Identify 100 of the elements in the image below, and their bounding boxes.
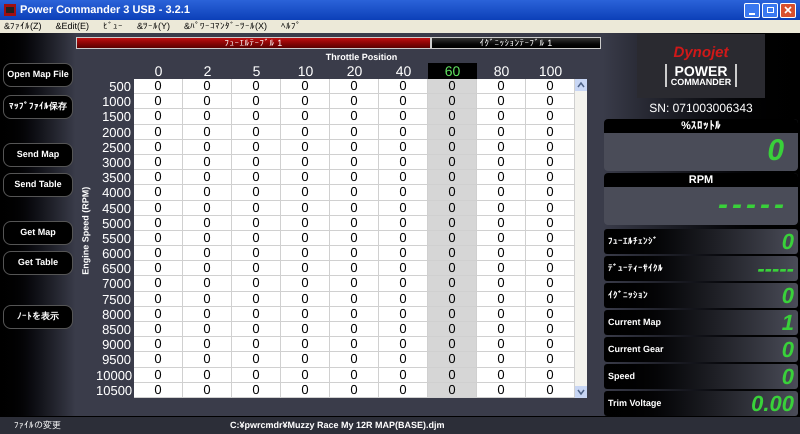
- sidebar-button[interactable]: Send Map: [3, 143, 73, 167]
- table-tab[interactable]: ﾌｭｰｴﾙﾃｰﾌﾞﾙ 1: [76, 37, 431, 49]
- table-cell[interactable]: 0: [281, 246, 330, 262]
- table-cell[interactable]: 0: [379, 322, 428, 338]
- table-cell[interactable]: 0: [428, 382, 477, 398]
- table-cell[interactable]: 0: [232, 306, 281, 322]
- table-cell[interactable]: 0: [477, 185, 526, 200]
- table-cell[interactable]: 0: [477, 94, 526, 110]
- table-cell[interactable]: 0: [379, 216, 428, 231]
- menu-item[interactable]: &ﾂｰﾙ(Y): [137, 22, 170, 31]
- table-cell[interactable]: 0: [526, 352, 575, 368]
- table-cell[interactable]: 0: [183, 79, 232, 94]
- table-cell[interactable]: 0: [134, 306, 183, 322]
- table-cell[interactable]: 0: [232, 246, 281, 262]
- table-cell[interactable]: 0: [134, 200, 183, 216]
- table-cell[interactable]: 0: [281, 170, 330, 186]
- table-cell[interactable]: 0: [526, 200, 575, 216]
- table-cell[interactable]: 0: [526, 292, 575, 307]
- table-cell[interactable]: 0: [330, 368, 379, 383]
- table-cell[interactable]: 0: [134, 79, 183, 94]
- table-cell[interactable]: 0: [183, 292, 232, 307]
- table-cell[interactable]: 0: [477, 261, 526, 276]
- table-cell[interactable]: 0: [183, 109, 232, 125]
- table-cell[interactable]: 0: [232, 79, 281, 94]
- table-cell[interactable]: 0: [183, 246, 232, 262]
- table-cell[interactable]: 0: [379, 109, 428, 125]
- table-cell[interactable]: 0: [330, 140, 379, 155]
- minimize-button[interactable]: [744, 2, 760, 18]
- table-cell[interactable]: 0: [281, 140, 330, 155]
- table-cell[interactable]: 0: [134, 337, 183, 352]
- table-cell[interactable]: 0: [183, 200, 232, 216]
- table-cell[interactable]: 0: [379, 94, 428, 110]
- table-cell[interactable]: 0: [477, 140, 526, 155]
- table-cell[interactable]: 0: [134, 368, 183, 383]
- table-cell[interactable]: 0: [379, 200, 428, 216]
- table-cell[interactable]: 0: [428, 337, 477, 352]
- table-cell[interactable]: 0: [134, 170, 183, 186]
- table-cell[interactable]: 0: [526, 230, 575, 246]
- restore-button[interactable]: [762, 2, 778, 18]
- table-cell[interactable]: 0: [232, 109, 281, 125]
- table-cell[interactable]: 0: [477, 337, 526, 352]
- table-cell[interactable]: 0: [428, 109, 477, 125]
- table-cell[interactable]: 0: [232, 124, 281, 140]
- table-cell[interactable]: 0: [183, 337, 232, 352]
- table-cell[interactable]: 0: [526, 216, 575, 231]
- table-cell[interactable]: 0: [379, 170, 428, 186]
- table-cell[interactable]: 0: [281, 200, 330, 216]
- table-cell[interactable]: 0: [183, 140, 232, 155]
- table-cell[interactable]: 0: [134, 216, 183, 231]
- table-cell[interactable]: 0: [232, 154, 281, 170]
- sidebar-button[interactable]: Get Table: [3, 251, 73, 275]
- table-cell[interactable]: 0: [281, 382, 330, 398]
- table-cell[interactable]: 0: [477, 292, 526, 307]
- table-cell[interactable]: 0: [330, 337, 379, 352]
- menu-item[interactable]: &Edit(E): [56, 22, 90, 31]
- sidebar-button[interactable]: Get Map: [3, 221, 73, 245]
- table-cell[interactable]: 0: [428, 124, 477, 140]
- table-cell[interactable]: 0: [526, 322, 575, 338]
- table-cell[interactable]: 0: [281, 109, 330, 125]
- table-cell[interactable]: 0: [134, 292, 183, 307]
- table-cell[interactable]: 0: [134, 276, 183, 292]
- table-cell[interactable]: 0: [330, 382, 379, 398]
- table-cell[interactable]: 0: [526, 154, 575, 170]
- table-cell[interactable]: 0: [428, 230, 477, 246]
- table-cell[interactable]: 0: [477, 368, 526, 383]
- table-cell[interactable]: 0: [428, 140, 477, 155]
- table-cell[interactable]: 0: [477, 246, 526, 262]
- table-cell[interactable]: 0: [526, 109, 575, 125]
- table-cell[interactable]: 0: [330, 246, 379, 262]
- table-cell[interactable]: 0: [379, 154, 428, 170]
- table-cell[interactable]: 0: [428, 200, 477, 216]
- table-cell[interactable]: 0: [183, 261, 232, 276]
- table-cell[interactable]: 0: [526, 185, 575, 200]
- table-cell[interactable]: 0: [477, 124, 526, 140]
- table-cell[interactable]: 0: [281, 337, 330, 352]
- table-cell[interactable]: 0: [330, 352, 379, 368]
- table-cell[interactable]: 0: [330, 94, 379, 110]
- sidebar-button[interactable]: Open Map File: [3, 63, 73, 87]
- table-cell[interactable]: 0: [281, 276, 330, 292]
- table-cell[interactable]: 0: [379, 306, 428, 322]
- table-cell[interactable]: 0: [428, 352, 477, 368]
- table-cell[interactable]: 0: [330, 109, 379, 125]
- table-cell[interactable]: 0: [232, 292, 281, 307]
- table-cell[interactable]: 0: [379, 368, 428, 383]
- table-cell[interactable]: 0: [232, 94, 281, 110]
- table-cell[interactable]: 0: [428, 368, 477, 383]
- table-cell[interactable]: 0: [379, 185, 428, 200]
- table-cell[interactable]: 0: [281, 79, 330, 94]
- table-cell[interactable]: 0: [183, 185, 232, 200]
- table-cell[interactable]: 0: [232, 337, 281, 352]
- table-cell[interactable]: 0: [330, 276, 379, 292]
- table-cell[interactable]: 0: [428, 276, 477, 292]
- table-cell[interactable]: 0: [281, 216, 330, 231]
- table-cell[interactable]: 0: [526, 170, 575, 186]
- table-cell[interactable]: 0: [330, 79, 379, 94]
- table-cell[interactable]: 0: [379, 382, 428, 398]
- table-cell[interactable]: 0: [134, 230, 183, 246]
- table-cell[interactable]: 0: [281, 352, 330, 368]
- table-cell[interactable]: 0: [232, 230, 281, 246]
- table-cell[interactable]: 0: [232, 140, 281, 155]
